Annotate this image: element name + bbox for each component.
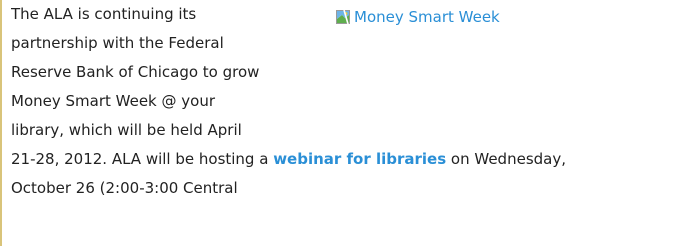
article-line-with-link: 21-28, 2012. ALA will be hosting a webin… [11,145,697,174]
article-body: The ALA is continuing its partnership wi… [11,0,697,203]
article-line: The ALA is continuing its [11,5,197,23]
line-text-before-link: 21-28, 2012. ALA will be hosting a [11,150,274,168]
webinar-link[interactable]: webinar for libraries [273,150,446,168]
line-text-after-link: on Wednesday, [446,150,566,168]
article-line: Reserve Bank of Chicago to grow [11,63,260,81]
article-line: October 26 (2:00-3:00 Central [11,179,238,197]
article-line: library, which will be held April [11,121,242,139]
article-line: partnership with the Federal [11,34,224,52]
article-line: Money Smart Week @ your [11,92,216,110]
left-border-rule [0,0,2,246]
